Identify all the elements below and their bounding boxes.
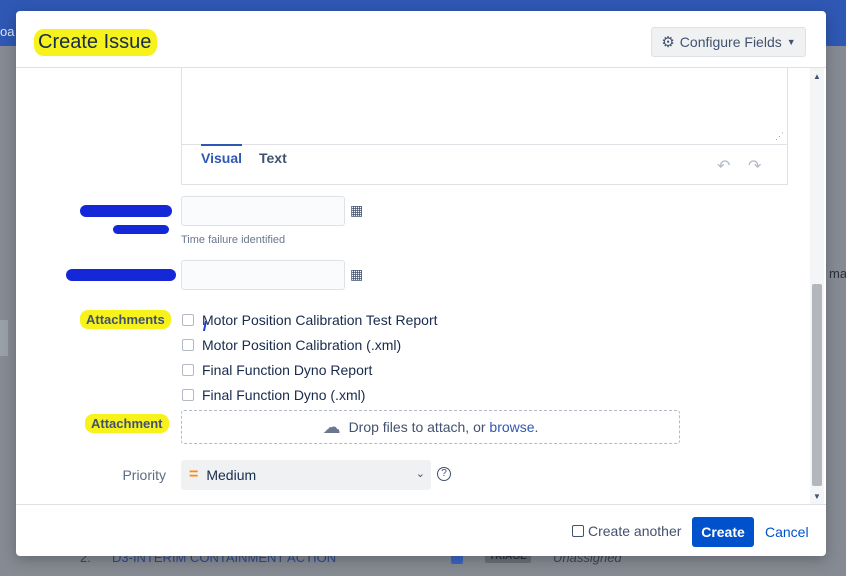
priority-select[interactable]: = Medium ⌄ — [181, 460, 431, 490]
attachment-dropzone[interactable]: ☁ Drop files to attach, or browse. — [181, 410, 680, 444]
configure-fields-button[interactable]: ⚙ Configure Fields ▼ — [651, 27, 806, 57]
checkbox[interactable] — [182, 389, 194, 401]
caret-down-icon: ▼ — [786, 37, 796, 47]
dialog-footer: Create another Create Cancel — [16, 504, 826, 556]
background-text-fragment: ma — [829, 266, 846, 281]
checkbox-item[interactable]: Motor Position Calibration (.xml) — [182, 337, 401, 353]
create-issue-dialog: Create Issue ⚙ Configure Fields ▼ ⋰ Visu… — [16, 11, 826, 556]
checkbox-label: Motor Position Calibration (.xml) — [202, 337, 402, 353]
checkbox[interactable] — [182, 339, 194, 351]
create-another-checkbox[interactable] — [572, 525, 584, 537]
priority-medium-icon: = — [189, 466, 199, 483]
checkbox[interactable] — [182, 314, 194, 326]
redacted-label — [113, 225, 169, 234]
checkbox-label: Motor Position Calibration Test Report — [202, 312, 438, 328]
scroll-up-icon[interactable]: ▲ — [813, 72, 821, 81]
gear-icon: ⚙ — [661, 34, 675, 51]
create-another-toggle[interactable]: Create another — [572, 523, 681, 539]
description-editor: ⋰ Visual Text ↶ ↷ — [181, 68, 788, 185]
checkbox-label: Final Function Dyno Report — [202, 362, 373, 378]
tab-visual[interactable]: Visual — [201, 144, 242, 166]
undo-icon[interactable]: ↶ — [717, 156, 730, 176]
dialog-title: Create Issue — [34, 29, 158, 56]
calendar-icon[interactable]: ▦ — [350, 202, 363, 219]
browse-link[interactable]: browse — [489, 419, 534, 435]
attachments-label: Attachments — [80, 310, 171, 329]
redacted-label — [80, 205, 172, 217]
chevron-down-icon: ⌄ — [415, 468, 425, 480]
checkbox[interactable] — [182, 364, 194, 376]
cancel-link[interactable]: Cancel — [765, 524, 809, 540]
redo-icon[interactable]: ↷ — [748, 156, 761, 176]
checkbox-item[interactable]: Motor Position Calibration Test Report — [182, 312, 438, 328]
create-another-label: Create another — [588, 523, 682, 539]
checkbox-item[interactable]: Final Function Dyno (.xml) — [182, 387, 365, 403]
cloud-upload-icon: ☁ — [322, 416, 341, 437]
dropzone-text: Drop files to attach, or — [348, 419, 486, 435]
background-side-tab — [0, 320, 8, 356]
scroll-down-icon[interactable]: ▼ — [813, 492, 821, 501]
scrollbar-thumb[interactable] — [812, 284, 822, 486]
resize-grip-icon[interactable]: ⋰ — [775, 132, 784, 141]
create-button[interactable]: Create — [692, 517, 754, 547]
help-icon[interactable]: ? — [437, 467, 451, 481]
configure-fields-label: Configure Fields — [679, 34, 782, 50]
priority-value: Medium — [206, 467, 257, 483]
redacted-label — [66, 269, 176, 281]
date-help-text: Time failure identified — [181, 234, 286, 246]
target-date-field[interactable] — [181, 260, 345, 290]
dialog-body: ⋰ Visual Text ↶ ↷ ▦ Time failure identif… — [16, 68, 826, 504]
dialog-scrollbar[interactable]: ▲ ▼ — [810, 68, 824, 504]
dropzone-suffix: . — [534, 419, 539, 435]
dialog-header: Create Issue ⚙ Configure Fields ▼ — [16, 11, 826, 68]
checkbox-label: Final Function Dyno (.xml) — [202, 387, 366, 403]
description-textarea[interactable]: ⋰ — [182, 68, 787, 145]
tab-text[interactable]: Text — [259, 150, 287, 166]
priority-label: Priority — [122, 467, 166, 483]
date-field[interactable] — [181, 196, 345, 226]
attachment-label: Attachment — [85, 414, 169, 433]
calendar-icon[interactable]: ▦ — [350, 266, 363, 283]
topbar-fragment: oa — [0, 24, 15, 39]
checkbox-item[interactable]: Final Function Dyno Report — [182, 362, 372, 378]
